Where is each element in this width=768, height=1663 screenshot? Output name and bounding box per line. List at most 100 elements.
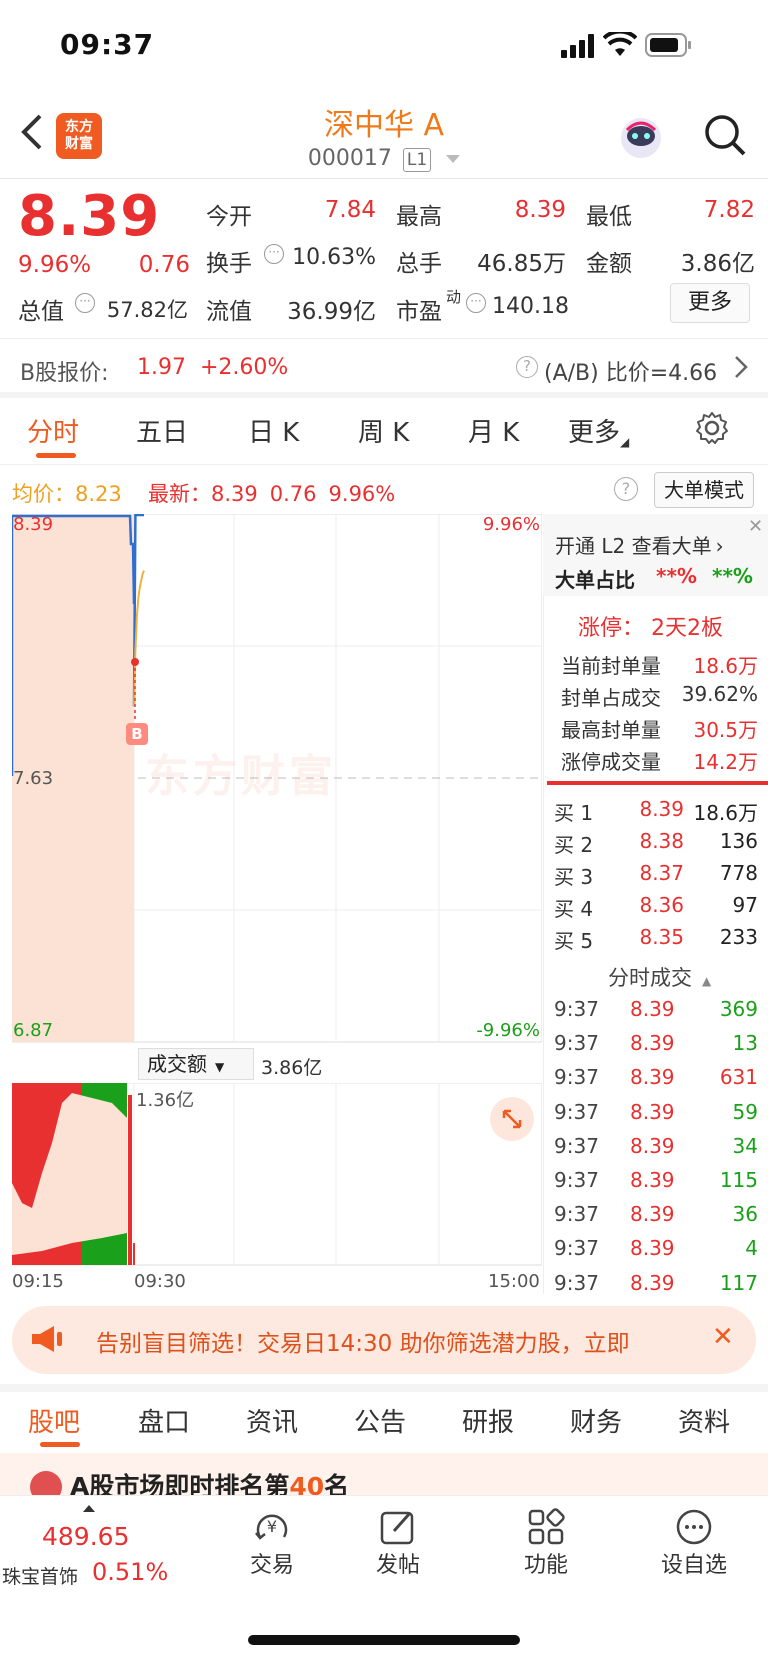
change-percent: 9.96%: [18, 252, 92, 278]
bid-volume: 18.6万: [693, 801, 758, 825]
seal-label: 涨停成交量: [561, 750, 661, 774]
tab-announcements[interactable]: 公告: [354, 1402, 406, 1439]
tick-volume: 369: [719, 997, 758, 1021]
time-start: 09:15: [12, 1271, 64, 1292]
low-label: 最低: [586, 204, 632, 230]
divider: [0, 178, 768, 179]
divider: [0, 338, 768, 339]
add-watchlist-button[interactable]: 设自选: [644, 1507, 744, 1579]
pe-superscript: 动: [446, 288, 462, 306]
sector-name[interactable]: 珠宝首饰: [2, 1562, 78, 1589]
volume-total: 3.86亿: [261, 1057, 323, 1079]
chevron-right-icon: ›: [715, 534, 724, 558]
ab-ratio[interactable]: (A/B) 比价=4.66: [544, 355, 717, 387]
search-icon[interactable]: [702, 112, 748, 158]
volume-value: 46.85万: [477, 251, 566, 277]
active-tab-indicator: [36, 453, 76, 458]
float-cap-label: 流值: [206, 299, 252, 325]
tick-volume: 631: [719, 1065, 758, 1090]
tick-volume: 34: [732, 1133, 758, 1158]
divider: [0, 464, 768, 465]
tab-monthly-k[interactable]: 月 K: [468, 412, 519, 449]
trade-button[interactable]: ¥ 交易: [222, 1507, 322, 1579]
market-cap-label: 总值: [18, 299, 64, 325]
tab-weekly-k[interactable]: 周 K: [358, 412, 409, 449]
volume-chart[interactable]: [12, 1083, 542, 1266]
functions-button[interactable]: 功能: [496, 1507, 596, 1579]
info-dots-icon[interactable]: ···: [264, 244, 284, 264]
trade-marker-dot: [131, 658, 139, 666]
bid-price: 8.35: [639, 925, 684, 949]
tick-volume: 4: [745, 1236, 758, 1261]
rank-text: A股市场即时排名第40名: [70, 1472, 350, 1497]
tab-order-book[interactable]: 盘口: [138, 1402, 190, 1439]
info-dots-icon[interactable]: ···: [466, 293, 486, 313]
expand-icon[interactable]: [490, 1097, 534, 1141]
big-order-mode-button[interactable]: 大单模式: [654, 472, 754, 508]
pe-label: 市盈: [396, 299, 442, 325]
volume-type-selector[interactable]: 成交额 ▼: [138, 1048, 254, 1080]
volume-bar-tail: [133, 1243, 135, 1265]
bid-price: 8.38: [639, 829, 684, 853]
tab-five-day[interactable]: 五日: [136, 412, 188, 449]
tick-volume: 13: [732, 1031, 758, 1056]
rank-chart-icon: [30, 1471, 62, 1497]
settings-gear-icon[interactable]: [694, 410, 730, 450]
b-share-price: 1.97: [137, 355, 186, 380]
tab-intraday[interactable]: 分时: [27, 412, 79, 449]
battery-icon: [645, 32, 693, 62]
info-dots-icon[interactable]: ···: [75, 293, 95, 313]
chevron-right-icon[interactable]: [734, 355, 748, 383]
more-button[interactable]: 更多: [670, 283, 750, 323]
help-icon[interactable]: ?: [614, 477, 638, 501]
tick-time: 9:37: [554, 1031, 599, 1056]
status-time: 09:37: [60, 28, 155, 61]
turnover-label: 换手: [206, 251, 252, 277]
big-order-ratio-label: 大单占比: [555, 568, 635, 592]
tick-volume: 36: [732, 1202, 758, 1227]
rank-strip[interactable]: A股市场即时排名第40名: [0, 1453, 768, 1497]
tab-profile[interactable]: 资料: [678, 1402, 730, 1439]
seal-label: 最高封单量: [561, 718, 661, 742]
compose-icon: [380, 1511, 414, 1545]
amount-label: 金额: [586, 251, 632, 277]
post-button[interactable]: 发帖: [348, 1507, 448, 1579]
l2-link[interactable]: 开通 L2 查看大单 ›: [555, 530, 724, 559]
stock-code: 000017: [307, 146, 392, 171]
volume-bar-open: [128, 1095, 132, 1265]
tick-time: 9:37: [554, 1270, 599, 1295]
tab-forum[interactable]: 股吧: [28, 1402, 80, 1439]
bid-price: 8.37: [639, 861, 684, 885]
float-cap-value: 36.99亿: [287, 299, 376, 325]
ticks-title[interactable]: 分时成交 ▲: [608, 962, 711, 992]
tick-price: 8.39: [630, 1168, 675, 1192]
chart-bottom-percent: -9.96%: [476, 1020, 540, 1041]
signal-icon: [561, 34, 597, 62]
tick-price: 8.39: [630, 1065, 675, 1090]
high-value: 8.39: [514, 197, 566, 223]
help-icon[interactable]: ?: [516, 356, 538, 378]
section-gap: [0, 392, 768, 398]
high-label: 最高: [396, 204, 442, 230]
tick-price: 8.39: [630, 1133, 675, 1158]
tab-more[interactable]: 更多◢: [568, 412, 629, 449]
close-icon[interactable]: ✕: [748, 516, 763, 537]
seal-value: 18.6万: [693, 654, 758, 678]
close-icon[interactable]: ✕: [712, 1322, 734, 1352]
tick-time: 9:37: [554, 1202, 599, 1227]
tick-time: 9:37: [554, 1168, 599, 1192]
sector-change[interactable]: 0.51%: [92, 1558, 168, 1586]
assistant-robot-icon[interactable]: [617, 114, 665, 162]
bid-level-label: 买 4: [554, 897, 594, 921]
tab-research[interactable]: 研报: [462, 1402, 514, 1439]
sector-index-value[interactable]: 489.65: [42, 1522, 129, 1551]
tab-financials[interactable]: 财务: [570, 1402, 622, 1439]
tab-daily-k[interactable]: 日 K: [248, 412, 299, 449]
b-share-change: +2.60%: [200, 355, 289, 380]
tab-news[interactable]: 资讯: [246, 1402, 298, 1439]
tick-volume: 115: [719, 1168, 758, 1192]
change-amount: 0.76: [138, 252, 190, 278]
bid-price: 8.36: [639, 893, 684, 917]
amount-value: 3.86亿: [680, 251, 755, 277]
banner-text[interactable]: 告别盲目筛选！交易日14:30 助你筛选潜力股，立即: [96, 1324, 688, 1358]
